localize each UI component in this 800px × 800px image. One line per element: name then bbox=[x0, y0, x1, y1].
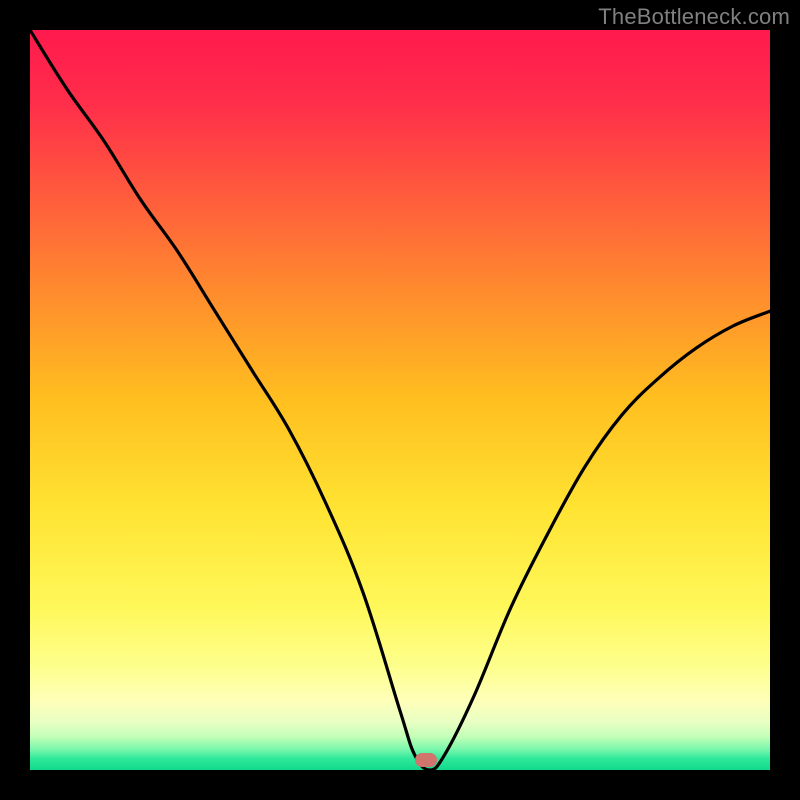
chart-container: TheBottleneck.com bbox=[0, 0, 800, 800]
min-point-marker bbox=[415, 753, 437, 767]
bottleneck-curve bbox=[30, 30, 770, 770]
plot-area bbox=[30, 30, 770, 770]
watermark-text: TheBottleneck.com bbox=[598, 4, 790, 30]
